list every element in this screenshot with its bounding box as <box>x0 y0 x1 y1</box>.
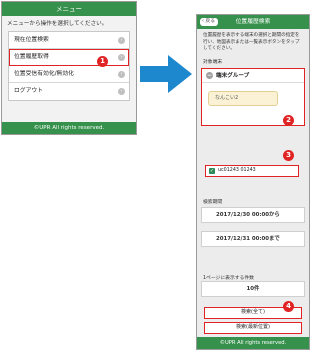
history-footer: ©UPR All rights reserved. <box>197 337 309 349</box>
chevron-right-icon: › <box>118 54 125 61</box>
target-device-label: 対象端末 <box>203 59 223 65</box>
device-label: uc01243 01243 <box>218 168 256 173</box>
menu-item-location-history[interactable]: 位置履歴取得 › <box>9 49 129 66</box>
history-screen: ‹ 戻る 位置履歴検索 位置履歴を表示する端末の選択と期間の指定を行い、地図表示… <box>196 14 310 350</box>
menu-item-label: 位置履歴取得 <box>14 54 49 60</box>
menu-screen: メニュー メニューから操作を選択してください。 現在位置検索 › 位置履歴取得 … <box>1 1 137 135</box>
chevron-right-icon: › <box>118 71 125 78</box>
callout-badge-3: 3 <box>283 150 294 161</box>
instruction-figure: メニュー メニューから操作を選択してください。 現在位置検索 › 位置履歴取得 … <box>0 0 320 352</box>
device-checkbox-row[interactable]: ✓ uc01243 01243 <box>205 165 299 177</box>
right-arrow-icon <box>140 55 192 93</box>
device-group-label: 端末グループ <box>216 72 250 79</box>
group-name-field[interactable]: なんこい2 <box>208 90 278 106</box>
menu-title: メニュー <box>2 2 136 16</box>
menu-item-label: 現在位置検索 <box>14 37 49 43</box>
menu-item-label: ログアウト <box>14 88 43 94</box>
callout-badge-2: 2 <box>283 115 294 126</box>
menu-item-receive-toggle[interactable]: 位置受信有効化/無効化 › <box>9 66 129 83</box>
back-button[interactable]: ‹ 戻る <box>200 18 219 26</box>
menu-item-current-location[interactable]: 現在位置検索 › <box>9 32 129 49</box>
search-latest-button[interactable]: 検索(最新位置) <box>204 322 302 334</box>
chevron-right-icon: › <box>118 37 125 44</box>
history-intro-text: 位置履歴を表示する端末の選択と期間の指定を行い、地図表示または一覧表示ボタンをタ… <box>203 33 300 52</box>
per-page-select[interactable]: 10件 <box>201 281 305 297</box>
checkbox-checked-icon[interactable]: ✓ <box>209 167 215 174</box>
minus-icon: − <box>206 72 213 80</box>
menu-intro-text: メニューから操作を選択してください。 <box>7 21 108 27</box>
menu-item-label: 位置受信有効化/無効化 <box>14 71 74 77</box>
menu-list: 現在位置検索 › 位置履歴取得 › 位置受信有効化/無効化 › ログアウト › <box>8 31 130 101</box>
chevron-right-icon: › <box>118 88 125 95</box>
menu-item-logout[interactable]: ログアウト › <box>9 83 129 100</box>
back-label: 戻る <box>205 19 216 24</box>
callout-badge-1: 1 <box>97 56 108 67</box>
history-header: ‹ 戻る 位置履歴検索 <box>197 15 309 29</box>
per-page-label: 1ページに表示する件数 <box>203 276 254 281</box>
menu-footer: ©UPR All rights reserved. <box>2 122 136 134</box>
history-title: 位置履歴検索 <box>235 19 271 25</box>
date-from-field[interactable]: 2017/12/30 00:00から <box>201 207 305 223</box>
callout-badge-4: 4 <box>283 301 294 312</box>
date-to-field[interactable]: 2017/12/31 00:00まで <box>201 231 305 247</box>
search-period-label: 検索期間 <box>203 200 223 205</box>
device-group-toggle[interactable]: − 端末グループ <box>202 69 304 83</box>
